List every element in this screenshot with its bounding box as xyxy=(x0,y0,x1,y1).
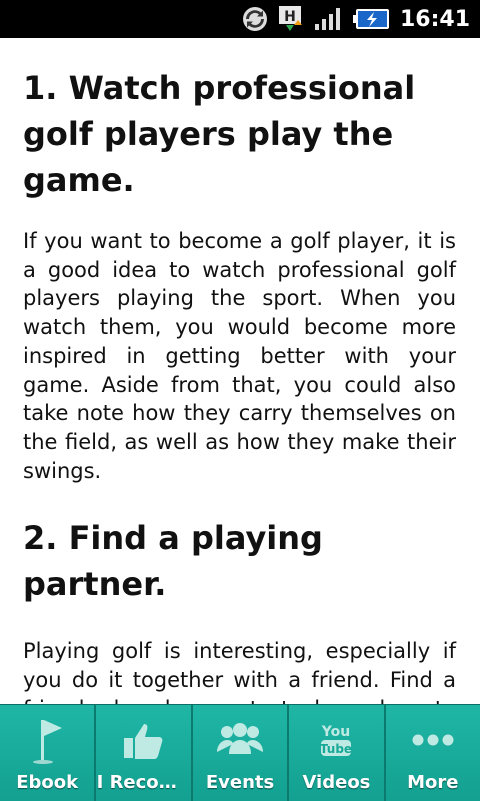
section-1-body: If you want to become a golf player, it … xyxy=(23,229,456,483)
article-content[interactable]: 1. Watch professional golf players play … xyxy=(0,38,480,704)
svg-text:Tube: Tube xyxy=(320,742,352,756)
tab-label: More xyxy=(407,772,459,793)
more-dots-icon xyxy=(411,716,455,764)
tab-videos[interactable]: You Tube Videos xyxy=(289,705,386,801)
section-2-heading: 2. Find a playing partner. xyxy=(23,519,323,604)
section-1-heading: 1. Watch professional golf players play … xyxy=(23,69,416,199)
tab-label: I Recom… xyxy=(96,772,191,793)
tab-ebook[interactable]: Ebook xyxy=(0,705,97,801)
signal-icon xyxy=(314,7,342,31)
tab-events[interactable]: Events xyxy=(193,705,290,801)
battery-charging-icon xyxy=(352,7,390,31)
section-2-body: Playing golf is interesting, especially … xyxy=(23,639,456,704)
thumbs-up-icon xyxy=(122,716,166,764)
h-plus-data-icon: H xyxy=(278,5,304,33)
tab-label: Videos xyxy=(302,772,371,793)
tab-label: Ebook xyxy=(16,772,79,793)
status-bar: H 16:41 xyxy=(0,0,480,38)
svg-text:H: H xyxy=(284,9,296,25)
tab-more[interactable]: More xyxy=(386,705,480,801)
sync-icon xyxy=(242,6,268,32)
bottom-tab-bar: Ebook I Recom… Events You Tube Videos Mor… xyxy=(0,704,480,801)
svg-text:You: You xyxy=(321,724,350,740)
flag-icon xyxy=(29,716,65,764)
tab-label: Events xyxy=(205,772,275,793)
tab-i-recommend[interactable]: I Recom… xyxy=(96,705,193,801)
people-icon xyxy=(215,716,265,764)
clock: 16:41 xyxy=(399,6,470,32)
youtube-icon: You Tube xyxy=(318,716,354,764)
